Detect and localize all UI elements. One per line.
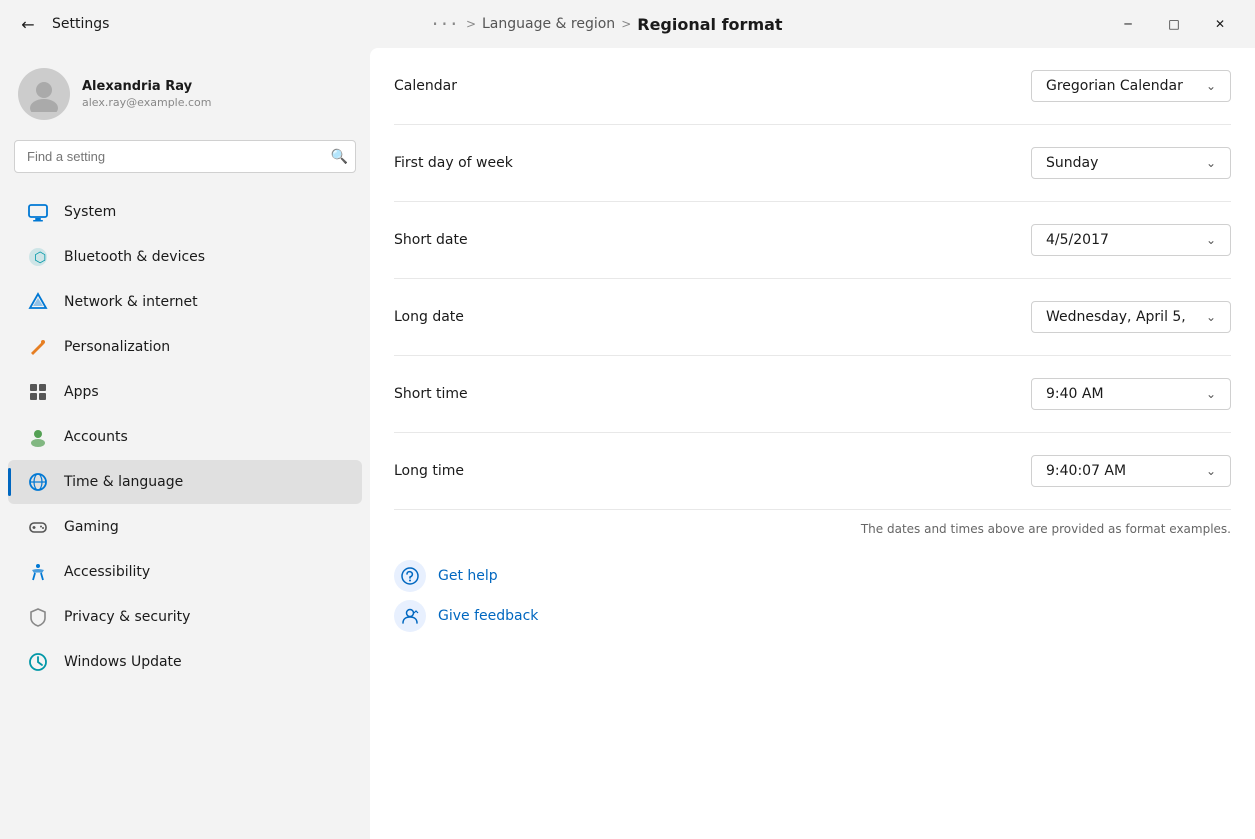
short-time-label: Short time (394, 386, 468, 402)
sidebar-item-label-privacy: Privacy & security (64, 609, 190, 625)
search-input[interactable] (14, 140, 356, 173)
format-note: The dates and times above are provided a… (394, 510, 1231, 552)
time-language-icon (26, 470, 50, 494)
give-feedback-icon (394, 600, 426, 632)
long-date-label: Long date (394, 309, 464, 325)
help-section: Get help Give feedback (394, 552, 1231, 632)
first-day-week-dropdown-value: Sunday (1046, 155, 1098, 171)
first-day-week-label: First day of week (394, 155, 513, 171)
back-arrow-icon: ← (21, 15, 34, 34)
nav-list: System ⬡ Bluetooth & devices (0, 189, 370, 685)
sidebar: Alexandria Ray alex.ray@example.com 🔍 Sy… (0, 48, 370, 839)
calendar-setting-row: Calendar Gregorian Calendar ⌄ (394, 48, 1231, 125)
app-title: Settings (52, 16, 109, 32)
breadcrumb-current: Regional format (637, 15, 782, 34)
sidebar-item-time-language[interactable]: Time & language (8, 460, 362, 504)
app-body: Alexandria Ray alex.ray@example.com 🔍 Sy… (0, 48, 1255, 839)
first-day-week-dropdown[interactable]: Sunday ⌄ (1031, 147, 1231, 179)
short-date-label: Short date (394, 232, 468, 248)
bluetooth-icon: ⬡ (26, 245, 50, 269)
search-icon[interactable]: 🔍 (331, 149, 348, 165)
long-date-dropdown-value: Wednesday, April 5, (1046, 309, 1186, 325)
breadcrumb-dots: ··· (432, 12, 460, 36)
long-time-dropdown-value: 9:40:07 AM (1046, 463, 1126, 479)
sidebar-item-label-bluetooth: Bluetooth & devices (64, 249, 205, 265)
sidebar-item-label-accounts: Accounts (64, 429, 128, 445)
user-info: Alexandria Ray alex.ray@example.com (82, 79, 212, 109)
sidebar-item-gaming[interactable]: Gaming (8, 505, 362, 549)
sidebar-item-windows-update[interactable]: Windows Update (8, 640, 362, 684)
window-controls: ─ □ ✕ (1105, 8, 1243, 40)
sidebar-item-network[interactable]: Network & internet (8, 280, 362, 324)
first-day-week-setting-row: First day of week Sunday ⌄ (394, 125, 1231, 202)
short-time-setting-row: Short time 9:40 AM ⌄ (394, 356, 1231, 433)
sidebar-item-bluetooth[interactable]: ⬡ Bluetooth & devices (8, 235, 362, 279)
short-time-dropdown-value: 9:40 AM (1046, 386, 1104, 402)
breadcrumb-parent[interactable]: Language & region (482, 16, 615, 32)
network-icon (26, 290, 50, 314)
breadcrumb: ··· > Language & region > Regional forma… (117, 12, 1097, 36)
content-panel: Calendar Gregorian Calendar ⌄ First day … (370, 48, 1255, 839)
long-date-setting-row: Long date Wednesday, April 5, ⌄ (394, 279, 1231, 356)
short-date-dropdown-value: 4/5/2017 (1046, 232, 1109, 248)
sidebar-item-label-apps: Apps (64, 384, 99, 400)
breadcrumb-sep1: > (466, 17, 476, 31)
privacy-icon (26, 605, 50, 629)
short-time-dropdown[interactable]: 9:40 AM ⌄ (1031, 378, 1231, 410)
user-section[interactable]: Alexandria Ray alex.ray@example.com (0, 56, 370, 140)
sidebar-item-label-gaming: Gaming (64, 519, 119, 535)
calendar-label: Calendar (394, 78, 457, 94)
breadcrumb-sep2: > (621, 17, 631, 31)
long-date-dropdown[interactable]: Wednesday, April 5, ⌄ (1031, 301, 1231, 333)
get-help-icon (394, 560, 426, 592)
long-time-label: Long time (394, 463, 464, 479)
calendar-dropdown[interactable]: Gregorian Calendar ⌄ (1031, 70, 1231, 102)
personalization-icon (26, 335, 50, 359)
get-help-label: Get help (438, 568, 498, 584)
long-date-dropdown-chevron: ⌄ (1206, 310, 1216, 324)
gaming-icon (26, 515, 50, 539)
sidebar-item-label-time-language: Time & language (64, 474, 183, 490)
short-date-dropdown-chevron: ⌄ (1206, 233, 1216, 247)
give-feedback-link[interactable]: Give feedback (394, 600, 1231, 632)
sidebar-item-label-windows-update: Windows Update (64, 654, 182, 670)
minimize-button[interactable]: ─ (1105, 8, 1151, 40)
windows-update-icon (26, 650, 50, 674)
sidebar-item-system[interactable]: System (8, 190, 362, 234)
long-time-dropdown[interactable]: 9:40:07 AM ⌄ (1031, 455, 1231, 487)
svg-text:⬡: ⬡ (34, 250, 46, 266)
maximize-button[interactable]: □ (1151, 8, 1197, 40)
accounts-icon (26, 425, 50, 449)
user-email: alex.ray@example.com (82, 96, 212, 109)
avatar (18, 68, 70, 120)
first-day-week-dropdown-chevron: ⌄ (1206, 156, 1216, 170)
short-date-setting-row: Short date 4/5/2017 ⌄ (394, 202, 1231, 279)
sidebar-item-apps[interactable]: Apps (8, 370, 362, 414)
back-button[interactable]: ← (12, 8, 44, 40)
calendar-dropdown-chevron: ⌄ (1206, 79, 1216, 93)
sidebar-item-privacy[interactable]: Privacy & security (8, 595, 362, 639)
accessibility-icon (26, 560, 50, 584)
sidebar-item-label-network: Network & internet (64, 294, 198, 310)
give-feedback-label: Give feedback (438, 608, 538, 624)
sidebar-item-label-accessibility: Accessibility (64, 564, 150, 580)
sidebar-item-label-system: System (64, 204, 116, 220)
close-button[interactable]: ✕ (1197, 8, 1243, 40)
long-time-dropdown-chevron: ⌄ (1206, 464, 1216, 478)
user-name: Alexandria Ray (82, 79, 212, 94)
short-date-dropdown[interactable]: 4/5/2017 ⌄ (1031, 224, 1231, 256)
title-bar: ← Settings ··· > Language & region > Reg… (0, 0, 1255, 48)
short-time-dropdown-chevron: ⌄ (1206, 387, 1216, 401)
long-time-setting-row: Long time 9:40:07 AM ⌄ (394, 433, 1231, 510)
sidebar-item-accounts[interactable]: Accounts (8, 415, 362, 459)
apps-icon (26, 380, 50, 404)
calendar-dropdown-value: Gregorian Calendar (1046, 78, 1183, 94)
sidebar-item-accessibility[interactable]: Accessibility (8, 550, 362, 594)
sidebar-item-label-personalization: Personalization (64, 339, 170, 355)
get-help-link[interactable]: Get help (394, 560, 1231, 592)
search-box: 🔍 (14, 140, 356, 173)
sidebar-item-personalization[interactable]: Personalization (8, 325, 362, 369)
system-icon (26, 200, 50, 224)
